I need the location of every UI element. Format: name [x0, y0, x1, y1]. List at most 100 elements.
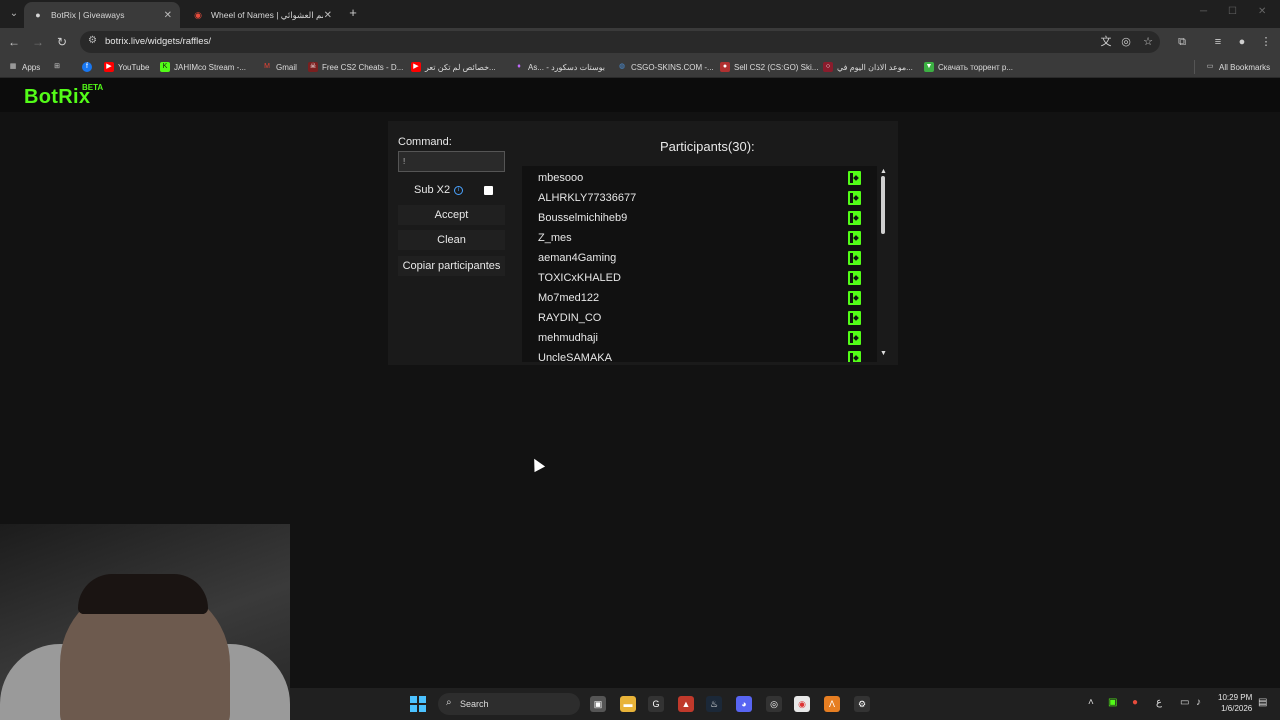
bookmark-apps[interactable]: ▦ Apps [8, 60, 41, 74]
participant-row: Bousselmichiheb9 [538, 208, 861, 228]
participant-name: UncleSAMAKA [538, 352, 612, 362]
back-arrow-icon[interactable]: ← [6, 34, 22, 50]
settings-gear-icon[interactable]: ⚙ [854, 696, 870, 712]
kick-icon [848, 291, 861, 305]
sub-x2-text: Sub X2 [414, 184, 451, 196]
bookmark-youtube-arabic[interactable]: ▶ خصائص لم تكن تعر... [411, 60, 496, 74]
reload-icon[interactable]: ↻ [54, 34, 70, 50]
info-icon[interactable]: i [454, 185, 464, 195]
participant-name: mbesooo [538, 172, 584, 184]
participant-name: mehmudhaji [538, 332, 598, 344]
maximize-icon[interactable]: ☐ [1228, 6, 1237, 17]
bookmark-kick-stream[interactable]: K JAHIMco Stream -... [160, 60, 246, 74]
bookmark-gmail[interactable]: M Gmail [262, 60, 297, 74]
kick-icon: K [160, 62, 170, 72]
command-input[interactable] [398, 151, 505, 172]
menu-kebab-icon[interactable]: ⋮ [1258, 34, 1274, 50]
close-icon[interactable]: ✕ [164, 10, 172, 21]
valorant-icon[interactable]: ▲ [678, 696, 694, 712]
participant-row: aeman4Gaming [538, 248, 861, 268]
grid-icon: ▦ [9, 63, 17, 70]
participants-scrollbar[interactable]: ▲ ▼ [879, 166, 889, 362]
bookmark-label: CSGO-SKINS.COM -... [631, 62, 714, 72]
bookmark-label: JAHIMco Stream -... [174, 62, 247, 72]
scroll-down-arrow-icon[interactable]: ▼ [880, 350, 887, 357]
address-bar[interactable]: ⚙ botrix.live/widgets/raffles/ [80, 31, 1160, 53]
scroll-thumb[interactable] [881, 176, 885, 234]
participant-row: mehmudhaji [538, 328, 861, 348]
tab-wheel-of-names[interactable]: ◉ Wheel of Names | قسم العشوائي ✕ [184, 2, 340, 28]
extensions-icon[interactable]: ⧉ [1174, 34, 1190, 50]
windows-start-icon[interactable] [410, 696, 426, 712]
bookmark-grid-shortcut[interactable]: ⊞ [52, 60, 66, 74]
botrix-logo[interactable]: BotRix [24, 86, 90, 109]
sub-x2-checkbox[interactable] [484, 186, 493, 195]
taskbar-search[interactable]: ⌕ Search [438, 693, 580, 715]
accept-button[interactable]: Accept [398, 205, 505, 225]
bookmark-discord-posts[interactable]: ♦ As... - بوستات دسكورد [514, 60, 605, 74]
network-icon[interactable]: ▭ [1180, 697, 1189, 708]
folder-icon: ▭ [1206, 63, 1214, 70]
bookmark-csgo-skins[interactable]: ◍ CSGO-SKINS.COM -... [617, 60, 714, 74]
reading-list-icon[interactable]: ≡ [1210, 34, 1226, 50]
bookmark-label: موعد الاذان اليوم في... [837, 62, 913, 72]
site-header: BotRix BETA [0, 78, 1280, 112]
translate-icon[interactable]: 文 [1098, 34, 1114, 50]
chrome-icon[interactable]: ◉ [794, 696, 810, 712]
tray-app-icon[interactable]: ▣ [1108, 697, 1117, 708]
kick-icon [848, 231, 861, 245]
participants-list[interactable]: mbesooo ALHRKLY77336677 Bousselmichiheb9 Z_… [522, 166, 877, 362]
gmail-icon: M [264, 63, 270, 70]
youtube-icon: ▶ [411, 62, 421, 72]
all-bookmarks[interactable]: ▭ All Bookmarks [1194, 60, 1270, 74]
taskbar-clock[interactable]: 10:29 PM 1/6/2026 [1218, 692, 1252, 714]
bookmark-youtube[interactable]: ▶ YouTube [104, 60, 149, 74]
browser-tab-bar: ⌄ ● BotRix | Giveaways ✕ ◉ Wheel of Name… [0, 0, 1280, 28]
command-label: Command: [398, 136, 452, 148]
clean-button[interactable]: Clean [398, 230, 505, 250]
cheats-icon: ☠ [308, 62, 318, 72]
forward-arrow-icon[interactable]: → [30, 34, 46, 50]
bookmark-cs2-cheats[interactable]: ☠ Free CS2 Cheats - D... [308, 60, 403, 74]
kick-icon [848, 351, 861, 362]
torrent-icon: ▼ [924, 62, 934, 72]
file-explorer-icon[interactable]: ▬ [620, 696, 636, 712]
botrix-favicon-icon: ● [35, 10, 41, 20]
tray-chevron-up-icon[interactable]: ˄ [1088, 697, 1094, 708]
raffle-panel: Command: Sub X2 i Accept Clean Copiar pa… [388, 121, 898, 365]
scroll-up-arrow-icon[interactable]: ▲ [880, 168, 887, 175]
kick-icon [848, 171, 861, 185]
participant-row: UncleSAMAKA [538, 348, 861, 362]
bookmark-star-icon[interactable]: ☆ [1140, 34, 1156, 50]
copy-participants-button[interactable]: Copiar participantes [398, 256, 505, 276]
task-view-icon[interactable]: ▣ [590, 696, 606, 712]
site-info-icon[interactable]: ⚙ [88, 35, 97, 46]
bookmark-sell-cs2[interactable]: ● Sell CS2 (CS:GO) Ski... [720, 60, 818, 74]
new-tab-plus-icon[interactable]: + [346, 6, 360, 20]
tab-title: Wheel of Names | قسم العشوائي [211, 9, 323, 20]
tab-search-icon[interactable]: ⌄ [6, 6, 22, 22]
microphone-icon[interactable]: ● [1132, 697, 1138, 708]
steam-icon[interactable]: ♨ [706, 696, 722, 712]
close-icon[interactable]: ✕ [324, 10, 332, 21]
minimize-icon[interactable]: ─ [1200, 6, 1207, 17]
app-a-icon[interactable]: Λ [824, 696, 840, 712]
eye-off-icon[interactable]: ◎ [1118, 34, 1134, 50]
bookmarks-bar: ▦ Apps ⊞ f ▶ YouTube K JAHIMco Stream -.… [0, 56, 1280, 78]
profile-avatar-icon[interactable]: ● [1234, 34, 1250, 50]
bookmark-prayer-times[interactable]: ○ موعد الاذان اليوم في... [823, 60, 913, 74]
notifications-icon[interactable]: ▤ [1258, 697, 1267, 708]
participant-row: RAYDIN_CO [538, 308, 861, 328]
bookmark-label: Gmail [276, 62, 297, 72]
language-indicator[interactable]: ع [1156, 697, 1162, 708]
g-hub-icon[interactable]: G [648, 696, 664, 712]
obs-icon[interactable]: ◎ [766, 696, 782, 712]
volume-icon[interactable]: ♪ [1196, 697, 1201, 708]
window-close-icon[interactable]: ✕ [1258, 6, 1266, 17]
discord-icon[interactable]: ◕ [736, 696, 752, 712]
tab-botrix[interactable]: ● BotRix | Giveaways ✕ [24, 2, 180, 28]
bookmark-torrent[interactable]: ▼ Скачать торрент р... [924, 60, 1013, 74]
apps-grid-icon: ⊞ [54, 63, 60, 70]
clock-date: 1/6/2026 [1221, 704, 1253, 713]
bookmark-facebook[interactable]: f [82, 60, 96, 74]
